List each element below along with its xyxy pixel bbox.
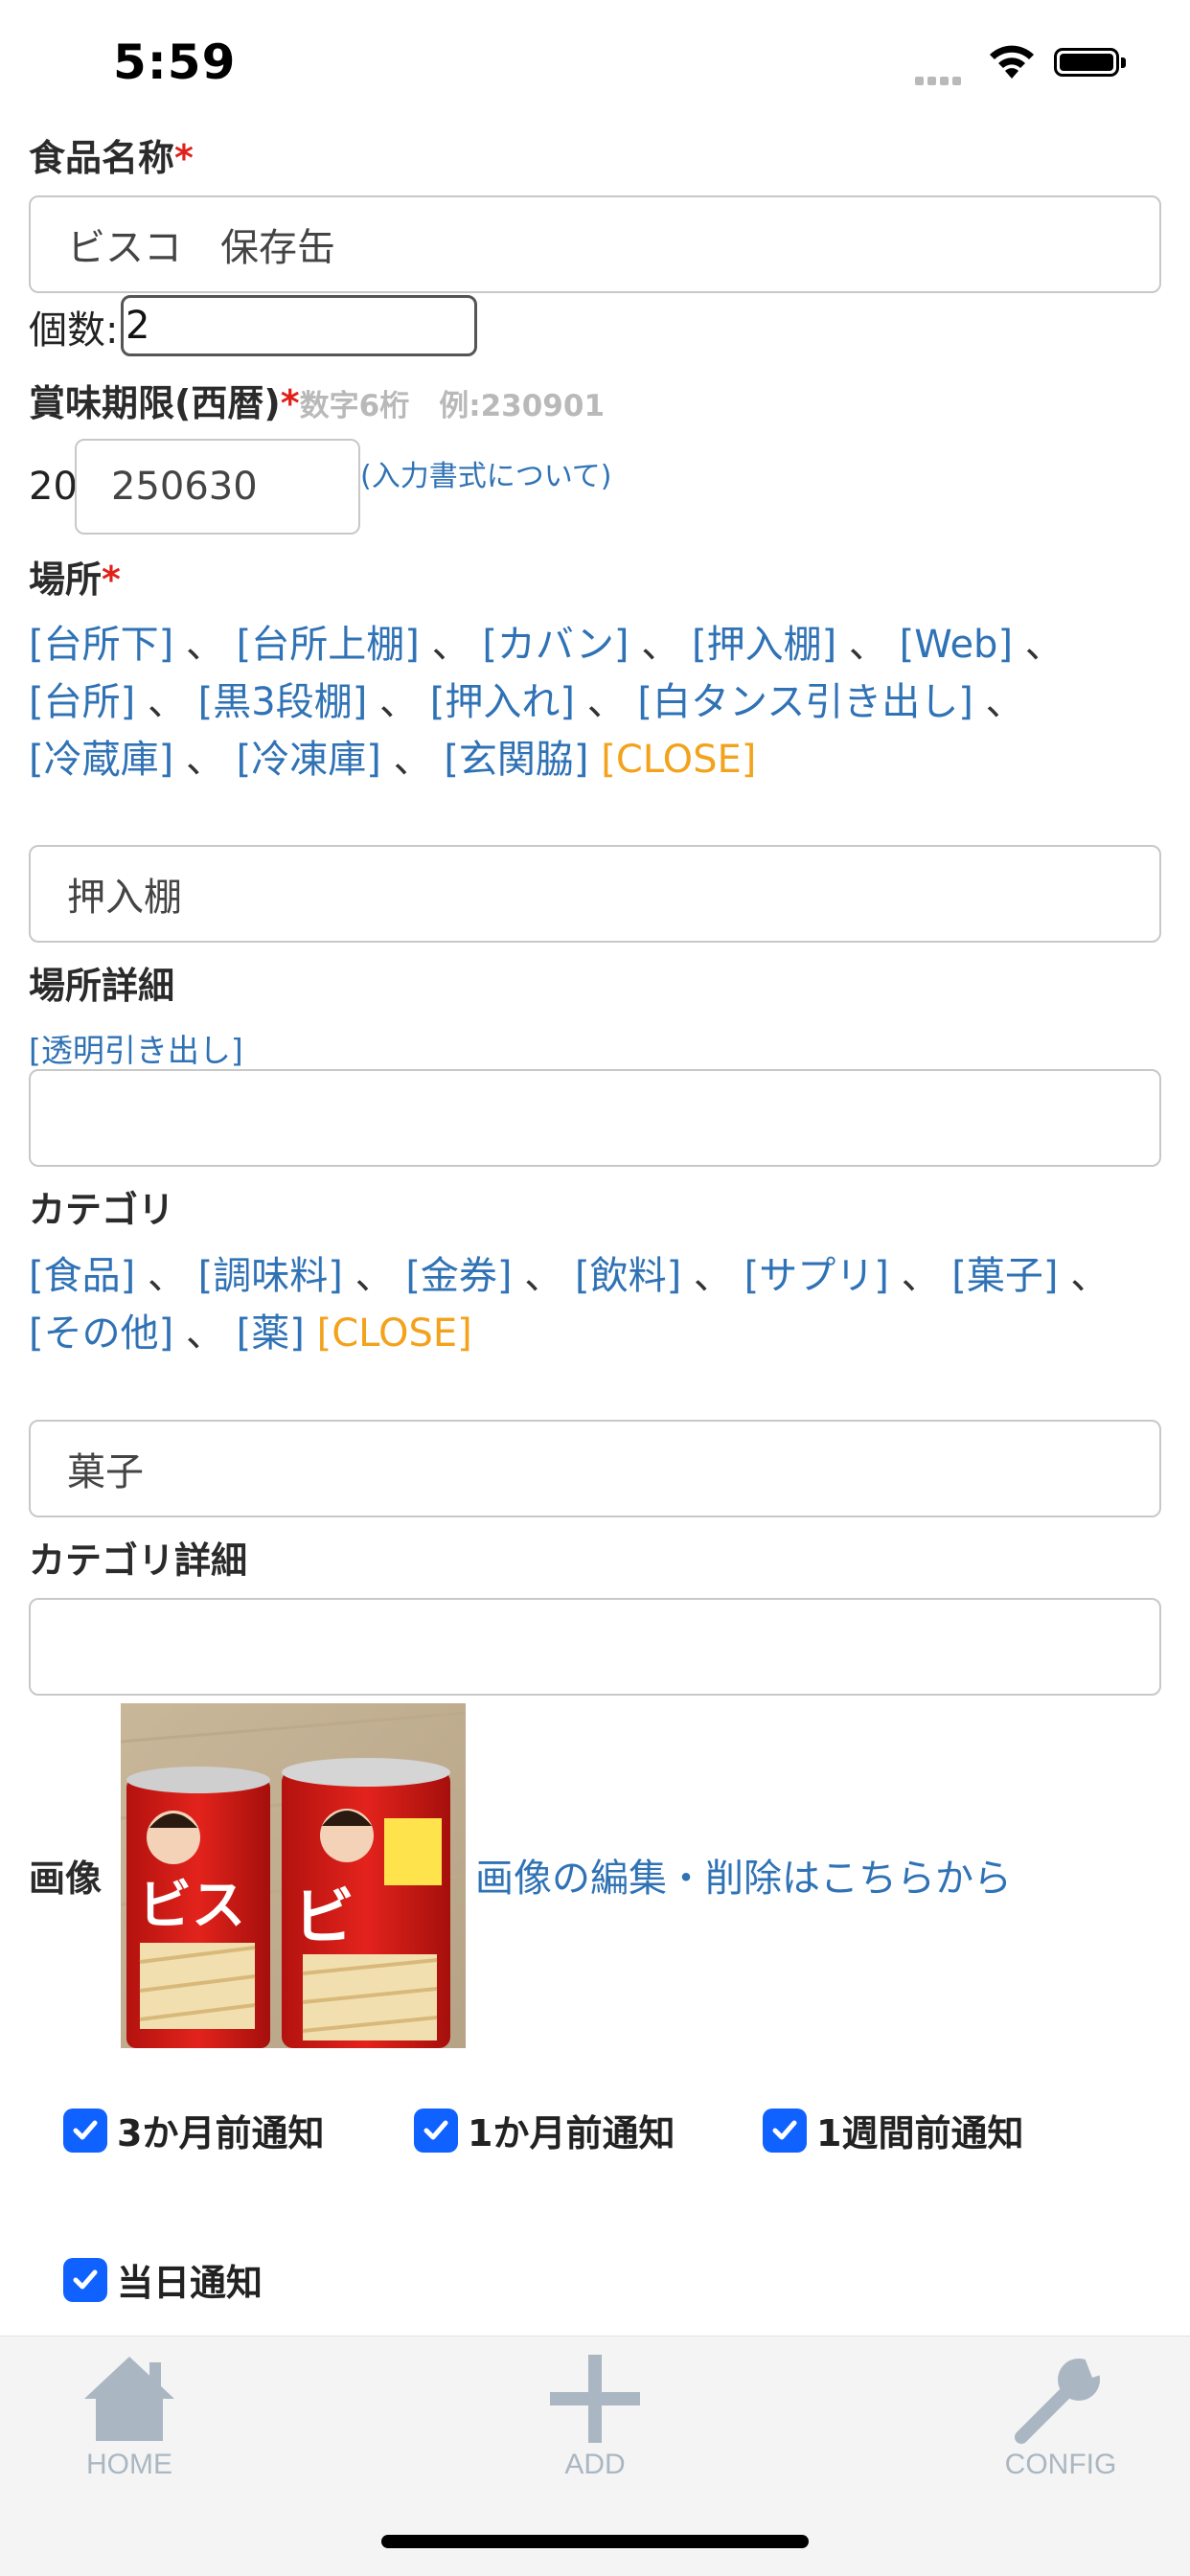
category-option[interactable]: [調味料] bbox=[198, 1254, 343, 1298]
image-label: 画像 bbox=[29, 1858, 103, 1900]
separator: 、 bbox=[901, 1254, 940, 1298]
location-option[interactable]: [冷凍庫] bbox=[237, 738, 381, 782]
svg-text:ビ: ビ bbox=[293, 1882, 355, 1953]
quantity-value: 2 bbox=[126, 304, 150, 348]
notify-1month[interactable]: 1か月前通知 bbox=[414, 2104, 675, 2156]
food-name-value: ビスコ 保存缶 bbox=[67, 226, 335, 270]
tab-home[interactable]: HOME bbox=[67, 2349, 192, 2483]
separator: 、 bbox=[147, 680, 186, 724]
category-option[interactable]: [薬] bbox=[237, 1311, 305, 1356]
location-detail-option[interactable]: [透明引き出し] bbox=[29, 1025, 243, 1071]
tab-add-label: ADD bbox=[564, 2449, 626, 2480]
separator: 、 bbox=[147, 1254, 186, 1298]
checkbox-checked-icon[interactable] bbox=[63, 2108, 107, 2153]
wifi-icon bbox=[987, 42, 1037, 84]
location-option[interactable]: [台所上棚] bbox=[237, 623, 420, 667]
svg-text:ビス: ビス bbox=[138, 1875, 245, 1937]
location-option[interactable]: [押入れ] bbox=[430, 680, 575, 724]
category-option[interactable]: [その他] bbox=[29, 1311, 173, 1356]
plus-icon bbox=[550, 2355, 640, 2443]
category-option[interactable]: [金券] bbox=[405, 1254, 512, 1298]
tab-config[interactable]: CONFIG bbox=[998, 2349, 1123, 2483]
notify-label: 1か月前通知 bbox=[468, 2112, 675, 2154]
separator: 、 bbox=[431, 623, 470, 667]
location-close-link[interactable]: [CLOSE] bbox=[601, 738, 756, 782]
format-help-link[interactable]: (入力書式について) bbox=[360, 452, 612, 494]
quantity-input[interactable]: 2 bbox=[121, 295, 477, 356]
notify-1week[interactable]: 1週間前通知 bbox=[763, 2104, 1023, 2156]
category-input[interactable]: 菓子 bbox=[29, 1420, 1161, 1517]
separator: 、 bbox=[586, 680, 626, 724]
location-detail-label: 場所詳細 bbox=[29, 965, 175, 1007]
location-option[interactable]: [台所] bbox=[29, 680, 135, 724]
category-label: カテゴリ bbox=[29, 1189, 175, 1231]
category-option[interactable]: [飲料] bbox=[575, 1254, 681, 1298]
separator: 、 bbox=[1024, 623, 1064, 667]
battery-cap bbox=[1121, 57, 1126, 68]
food-name-label: 食品名称* bbox=[29, 137, 194, 179]
expiry-label: 賞味期限(西暦)*数字6桁 例:230901 bbox=[29, 382, 606, 424]
location-option[interactable]: [白タンス引き出し] bbox=[637, 680, 973, 724]
category-detail-input[interactable] bbox=[29, 1598, 1161, 1696]
tab-home-label: HOME bbox=[86, 2449, 172, 2480]
home-icon bbox=[84, 2357, 174, 2441]
home-indicator bbox=[381, 2535, 809, 2548]
separator: 、 bbox=[848, 623, 887, 667]
separator: 、 bbox=[185, 1311, 224, 1356]
expiry-value: 250630 bbox=[111, 465, 258, 509]
separator: 、 bbox=[985, 680, 1024, 724]
expiry-hint: 数字6桁 例:230901 bbox=[299, 389, 606, 423]
category-close-link[interactable]: [CLOSE] bbox=[317, 1311, 472, 1356]
separator: 、 bbox=[185, 623, 224, 667]
category-value: 菓子 bbox=[67, 1450, 144, 1494]
category-detail-label: カテゴリ詳細 bbox=[29, 1539, 248, 1582]
cellular-signal-icon bbox=[915, 71, 965, 89]
food-photo[interactable]: ビス ビ bbox=[121, 1703, 466, 2048]
image-edit-link[interactable]: 画像の編集・削除はこちらから bbox=[475, 1847, 1012, 1903]
location-option[interactable]: [Web] bbox=[900, 623, 1013, 667]
tab-add[interactable]: ADD bbox=[533, 2349, 657, 2483]
location-options: [台所下] 、 [台所上棚] 、 [カバン] 、 [押入棚] 、 [Web] 、… bbox=[29, 616, 1169, 788]
battery-icon bbox=[1054, 48, 1119, 77]
location-option[interactable]: [黒3段棚] bbox=[198, 680, 368, 724]
separator: 、 bbox=[355, 1254, 394, 1298]
separator: 、 bbox=[393, 738, 432, 782]
category-option[interactable]: [菓子] bbox=[951, 1254, 1058, 1298]
quantity-label: 個数: bbox=[29, 308, 119, 353]
location-option[interactable]: [台所下] bbox=[29, 623, 173, 667]
category-option[interactable]: [食品] bbox=[29, 1254, 135, 1298]
category-options: [食品] 、 [調味料] 、 [金券] 、 [飲料] 、 [サプリ] 、 [菓子… bbox=[29, 1247, 1169, 1362]
checkbox-checked-icon[interactable] bbox=[763, 2108, 807, 2153]
location-label: 場所* bbox=[29, 559, 121, 601]
separator: 、 bbox=[185, 738, 224, 782]
location-value: 押入棚 bbox=[67, 876, 182, 920]
separator: 、 bbox=[693, 1254, 732, 1298]
notify-same-day[interactable]: 当日通知 bbox=[63, 2253, 263, 2306]
location-option[interactable]: [玄関脇] bbox=[444, 738, 588, 782]
notify-label: 3か月前通知 bbox=[117, 2112, 325, 2154]
location-detail-input[interactable] bbox=[29, 1069, 1161, 1167]
notify-3months[interactable]: 3か月前通知 bbox=[63, 2104, 324, 2156]
category-option[interactable]: [サプリ] bbox=[744, 1254, 889, 1298]
tab-config-label: CONFIG bbox=[1004, 2449, 1117, 2480]
status-time: 5:59 bbox=[113, 34, 237, 90]
food-name-input[interactable]: ビスコ 保存缶 bbox=[29, 195, 1161, 293]
expiry-input[interactable]: 250630 bbox=[75, 439, 360, 535]
expiry-prefix: 20 bbox=[29, 465, 78, 509]
notify-label: 1週間前通知 bbox=[816, 2112, 1024, 2154]
checkbox-checked-icon[interactable] bbox=[414, 2108, 458, 2153]
location-option[interactable]: [押入棚] bbox=[692, 623, 836, 667]
notify-label: 当日通知 bbox=[117, 2262, 263, 2304]
location-option[interactable]: [冷蔵庫] bbox=[29, 738, 173, 782]
location-option[interactable]: [カバン] bbox=[482, 623, 629, 667]
separator: 、 bbox=[1070, 1254, 1110, 1298]
wrench-icon bbox=[1015, 2353, 1110, 2444]
location-input[interactable]: 押入棚 bbox=[29, 845, 1161, 943]
separator: 、 bbox=[641, 623, 680, 667]
checkbox-checked-icon[interactable] bbox=[63, 2257, 107, 2302]
separator: 、 bbox=[379, 680, 419, 724]
separator: 、 bbox=[524, 1254, 563, 1298]
